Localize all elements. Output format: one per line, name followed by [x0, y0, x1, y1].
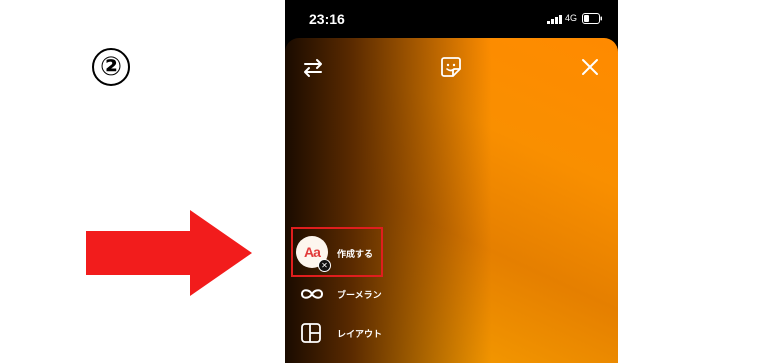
layout-icon[interactable] — [301, 323, 321, 343]
swap-icon[interactable] — [300, 56, 326, 80]
phone-screen: 23:16 4G — [285, 0, 618, 363]
red-arrow-icon — [86, 210, 252, 296]
boomerang-label[interactable]: ブーメラン — [337, 288, 382, 301]
create-label[interactable]: 作成する — [337, 247, 373, 260]
camera-view — [285, 38, 618, 363]
status-time: 23:16 — [309, 11, 345, 27]
boomerang-icon[interactable] — [300, 287, 324, 301]
close-badge-icon[interactable]: ✕ — [318, 259, 331, 272]
create-avatar-text: Aa — [304, 244, 321, 260]
step-marker: ② — [92, 48, 130, 86]
network-label: 4G — [565, 13, 578, 23]
signal-icon — [547, 15, 562, 24]
battery-icon — [582, 13, 602, 24]
close-icon[interactable] — [579, 56, 601, 78]
status-bar: 23:16 4G — [285, 0, 618, 38]
sticker-icon[interactable] — [438, 54, 464, 80]
layout-label[interactable]: レイアウト — [337, 327, 382, 340]
